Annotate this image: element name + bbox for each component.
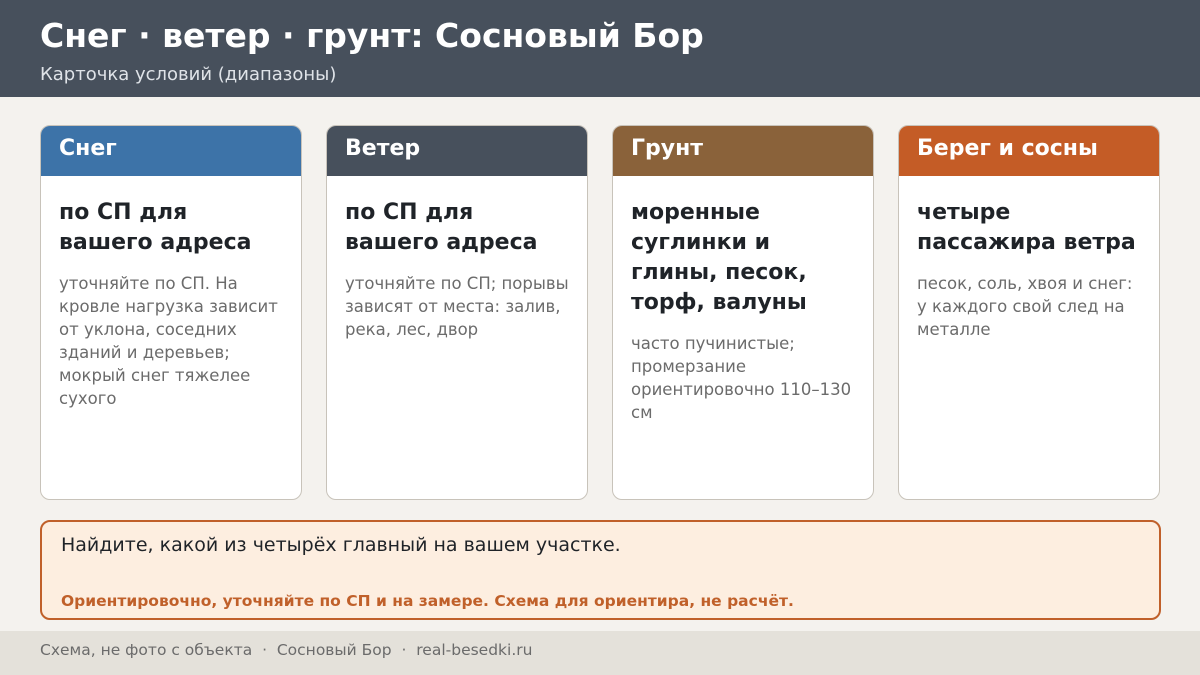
footer-bar: Схема, не фото с объекта · Сосновый Бор …: [0, 631, 1200, 675]
card-soil-value: моренные суглинки и глины, песок, торф, …: [631, 200, 807, 315]
card-wind-title: Ветер: [327, 126, 587, 176]
footer-text: Схема, не фото с объекта · Сосновый Бор …: [40, 641, 533, 659]
card-wind: Ветер по СП для вашего адреса уточняйте …: [326, 125, 588, 500]
card-snow-value: по СП для вашего адреса: [59, 200, 252, 255]
card-snow-title: Снег: [41, 126, 301, 176]
card-shore-note: песок, соль, хвоя и снег: у каждого свой…: [917, 274, 1133, 339]
card-shore: Берег и сосны четыре пассажира ветра пес…: [898, 125, 1160, 500]
card-wind-note: уточняйте по СП; порывы зависят от места…: [345, 274, 569, 339]
card-snow-note: уточняйте по СП. На кровле нагрузка зави…: [59, 274, 278, 408]
card-soil-title: Грунт: [613, 126, 873, 176]
callout-text: Найдите, какой из четырёх главный на ваш…: [61, 534, 621, 556]
card-soil-note: часто пучинистые; промерзание ориентиров…: [631, 334, 852, 422]
callout-box: Найдите, какой из четырёх главный на ваш…: [40, 520, 1161, 620]
card-soil: Грунт моренные суглинки и глины, песок, …: [612, 125, 874, 500]
header-banner: Снег · ветер · грунт: Сосновый Бор Карто…: [0, 0, 1200, 97]
card-shore-value: четыре пассажира ветра: [917, 200, 1136, 255]
page-title: Снег · ветер · грунт: Сосновый Бор: [40, 16, 704, 55]
page-subtitle: Карточка условий (диапазоны): [40, 64, 337, 85]
callout-warning: Ориентировочно, уточняйте по СП и на зам…: [61, 592, 794, 610]
card-snow: Снег по СП для вашего адреса уточняйте п…: [40, 125, 302, 500]
card-wind-value: по СП для вашего адреса: [345, 200, 538, 255]
card-shore-title: Берег и сосны: [899, 126, 1159, 176]
